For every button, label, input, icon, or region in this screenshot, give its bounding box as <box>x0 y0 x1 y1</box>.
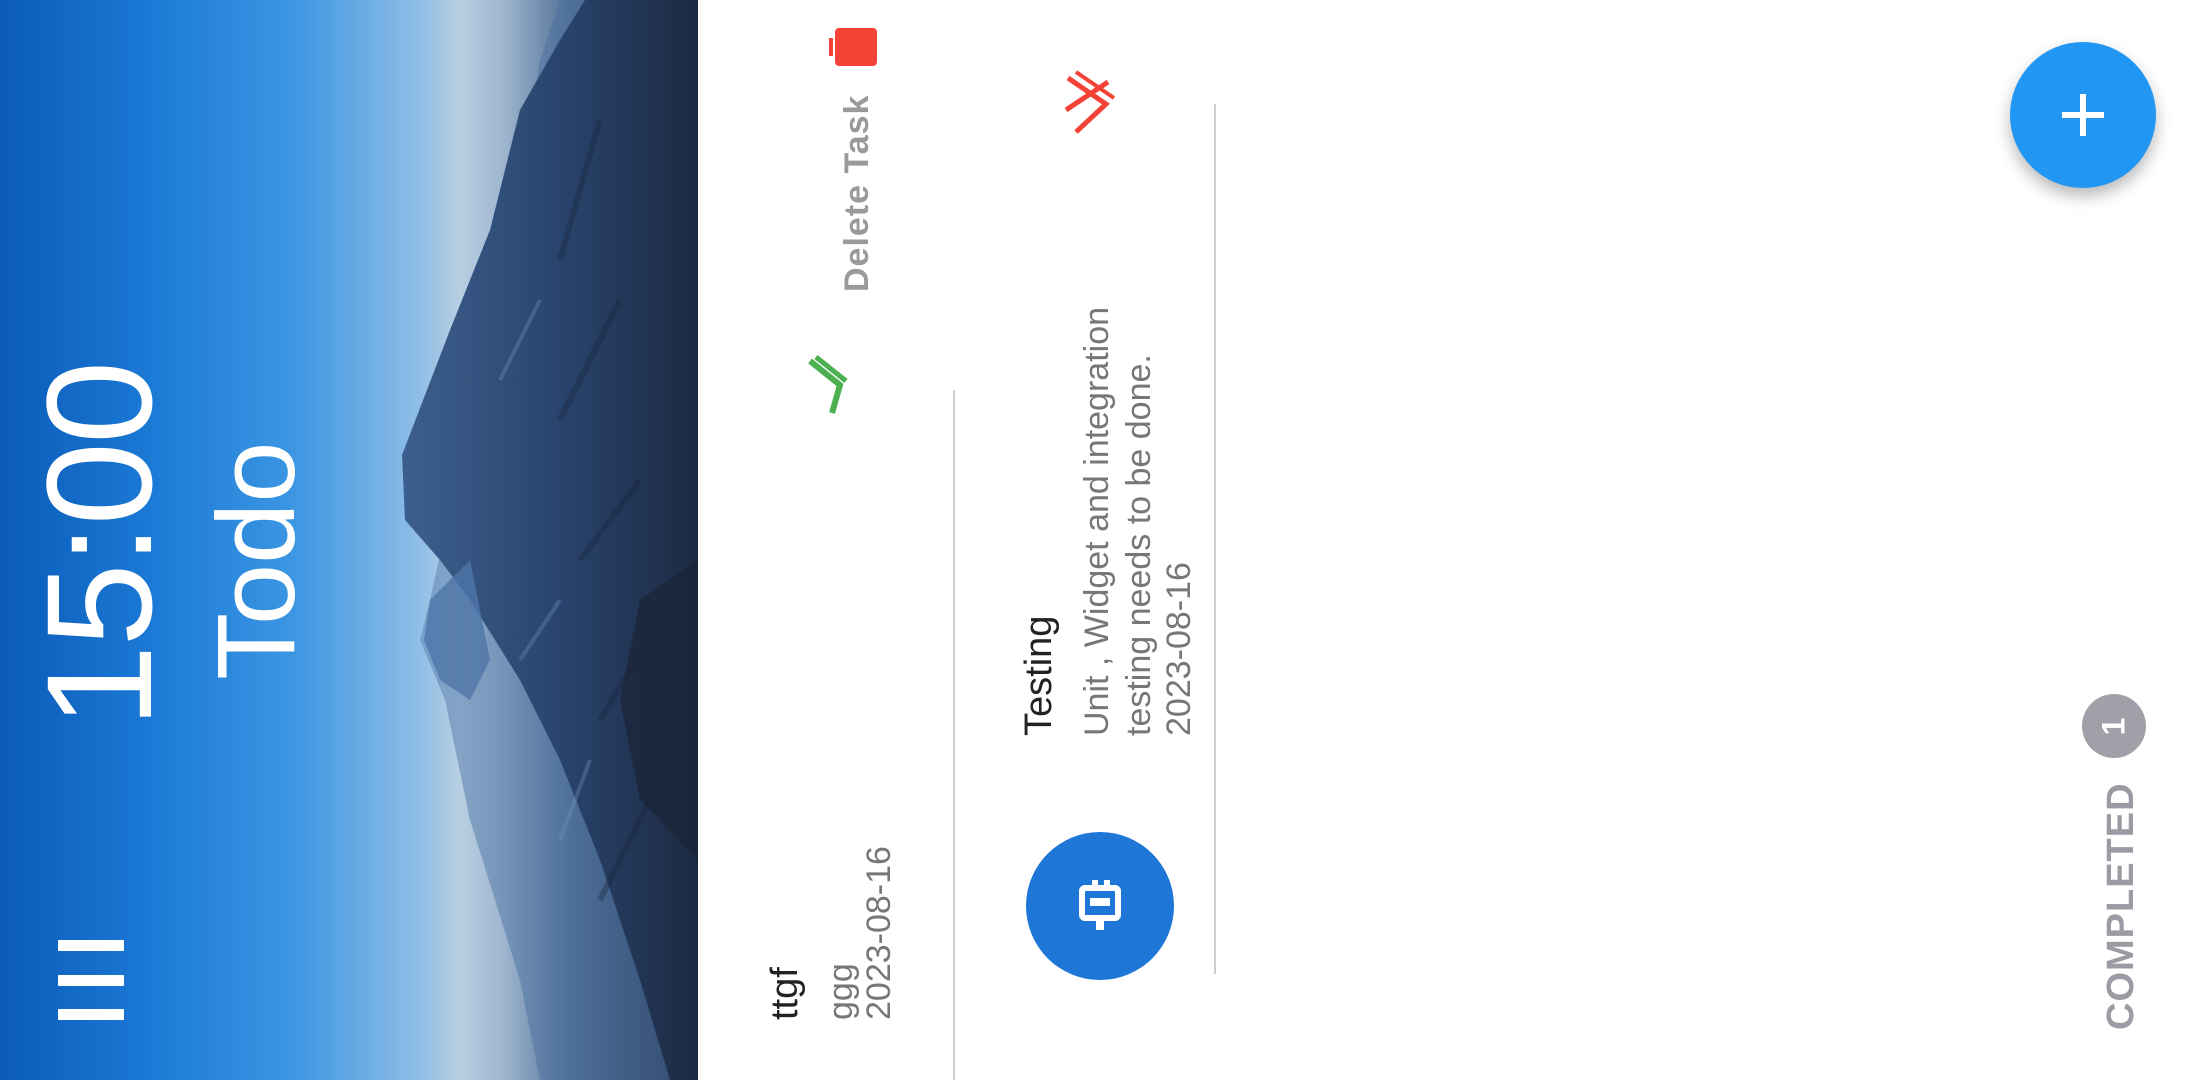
task-date: 2023-08-16 <box>860 846 898 1020</box>
menu-icon[interactable] <box>58 940 124 1020</box>
plug-icon <box>1079 880 1121 930</box>
task-date: 2023-08-16 <box>1160 562 1198 736</box>
task-title: Testing <box>1018 615 1060 736</box>
menu-icon-bar <box>58 940 124 951</box>
task-divider <box>1214 104 1216 974</box>
cancel-icon[interactable] <box>1062 70 1118 138</box>
completed-count-badge: 1 <box>2082 694 2146 758</box>
completed-section-header[interactable]: COMPLETED <box>2100 782 2143 1030</box>
task-description-line: testing needs to be done. <box>1120 354 1158 736</box>
trash-icon[interactable] <box>829 26 879 68</box>
task-description: ggg <box>822 963 860 1020</box>
clock-time: 15:00 <box>15 362 183 728</box>
task-divider <box>953 390 955 1080</box>
check-icon[interactable] <box>806 355 850 419</box>
header-panel: 15:00 Todo <box>0 0 698 1080</box>
completed-count: 1 <box>2095 717 2132 735</box>
task-description-line: Unit , Widget and integration <box>1078 306 1116 736</box>
delete-task-label[interactable]: Delete Task <box>838 95 877 292</box>
todo-app: 15:00 Todo ttgf ggg 2023-08-16 Delete Ta… <box>0 0 2198 1080</box>
task-title: ttgf <box>764 967 806 1020</box>
plus-icon <box>2062 94 2104 136</box>
menu-icon-bar <box>58 1009 124 1020</box>
task-category-icon <box>1026 832 1174 980</box>
menu-icon-bar <box>58 974 124 986</box>
add-task-button[interactable] <box>2010 42 2156 188</box>
page-title: Todo <box>195 441 318 680</box>
